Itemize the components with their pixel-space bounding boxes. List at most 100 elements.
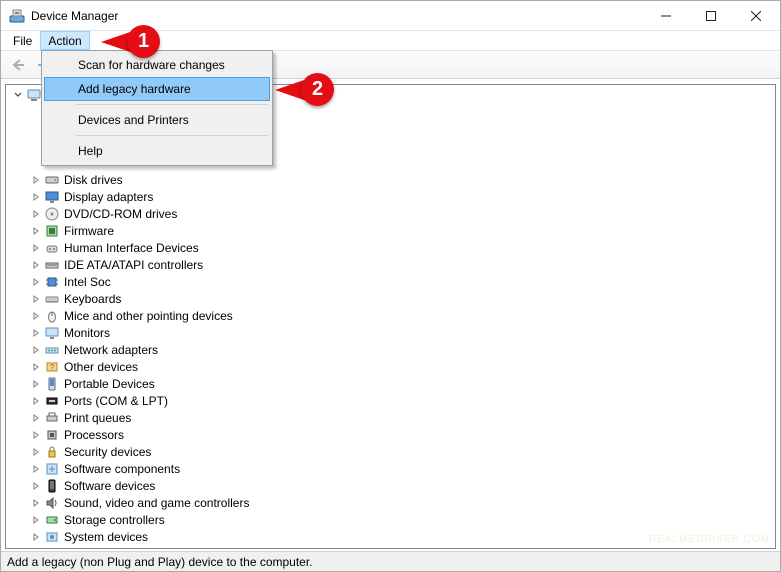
window-title: Device Manager	[31, 9, 118, 23]
tree-item-label: Human Interface Devices	[64, 241, 199, 255]
tree-item-label: Ports (COM & LPT)	[64, 394, 168, 408]
maximize-button[interactable]	[688, 1, 733, 30]
chevron-right-icon[interactable]	[30, 276, 42, 288]
chevron-right-icon[interactable]	[30, 514, 42, 526]
tree-item-label: Storage controllers	[64, 513, 165, 527]
tree-item-label: Software devices	[64, 479, 155, 493]
chevron-right-icon[interactable]	[30, 208, 42, 220]
tree-item[interactable]: Intel Soc	[6, 273, 775, 290]
chevron-right-icon[interactable]	[30, 310, 42, 322]
dropdown-separator	[76, 104, 268, 105]
tree-item[interactable]: Processors	[6, 426, 775, 443]
tree-item[interactable]: Disk drives	[6, 171, 775, 188]
chevron-right-icon[interactable]	[30, 497, 42, 509]
chevron-right-icon[interactable]	[30, 429, 42, 441]
dvd-icon	[44, 206, 60, 222]
chevron-right-icon[interactable]	[30, 174, 42, 186]
display-icon	[44, 189, 60, 205]
tree-item[interactable]: Storage controllers	[6, 511, 775, 528]
close-button[interactable]	[733, 1, 778, 30]
keyboard-icon	[44, 291, 60, 307]
port-icon	[44, 393, 60, 409]
tree-item-label: Intel Soc	[64, 275, 111, 289]
tree-item-label: DVD/CD-ROM drives	[64, 207, 177, 221]
minimize-button[interactable]	[643, 1, 688, 30]
tree-item[interactable]: Software devices	[6, 477, 775, 494]
chevron-right-icon[interactable]	[30, 378, 42, 390]
security-icon	[44, 444, 60, 460]
tree-item-label: Other devices	[64, 360, 138, 374]
chevron-right-icon[interactable]	[30, 531, 42, 543]
menu-action[interactable]: Action	[40, 31, 89, 50]
chevron-right-icon[interactable]	[30, 395, 42, 407]
chevron-right-icon[interactable]	[30, 191, 42, 203]
chevron-right-icon[interactable]	[30, 344, 42, 356]
tree-item-label: Display adapters	[64, 190, 153, 204]
tree-item[interactable]: Sound, video and game controllers	[6, 494, 775, 511]
ide-icon	[44, 257, 60, 273]
action-menu-dropdown: Scan for hardware changes Add legacy har…	[41, 50, 273, 166]
mouse-icon	[44, 308, 60, 324]
chevron-right-icon[interactable]	[30, 242, 42, 254]
menu-add-legacy-hardware[interactable]: Add legacy hardware	[44, 77, 270, 101]
tree-item-label: Firmware	[64, 224, 114, 238]
tree-item-label: IDE ATA/ATAPI controllers	[64, 258, 203, 272]
tree-item[interactable]: Keyboards	[6, 290, 775, 307]
tree-item[interactable]: Firmware	[6, 222, 775, 239]
tree-item[interactable]: Software components	[6, 460, 775, 477]
menu-file[interactable]: File	[5, 31, 40, 50]
portable-icon	[44, 376, 60, 392]
tree-item[interactable]: Monitors	[6, 324, 775, 341]
computer-icon	[26, 87, 42, 103]
back-button[interactable]	[7, 54, 29, 76]
tree-item[interactable]: ? Other devices	[6, 358, 775, 375]
status-text: Add a legacy (non Plug and Play) device …	[7, 555, 313, 569]
swdev-icon	[44, 478, 60, 494]
tree-item-label: Portable Devices	[64, 377, 155, 391]
tree-item-label: Disk drives	[64, 173, 123, 187]
chevron-right-icon[interactable]	[30, 446, 42, 458]
watermark: REALMEDRIVER.COM	[649, 534, 770, 545]
disk-icon	[44, 172, 60, 188]
callout-badge: 1	[127, 25, 160, 58]
tree-item-label: Mice and other pointing devices	[64, 309, 233, 323]
tree-item[interactable]: Network adapters	[6, 341, 775, 358]
chip-icon	[44, 274, 60, 290]
tree-item[interactable]: Print queues	[6, 409, 775, 426]
other-icon: ?	[44, 359, 60, 375]
tree-item-label: Software components	[64, 462, 180, 476]
chevron-right-icon[interactable]	[30, 361, 42, 373]
menu-help[interactable]: Help	[44, 139, 270, 163]
chevron-right-icon[interactable]	[30, 480, 42, 492]
chevron-right-icon[interactable]	[30, 327, 42, 339]
tree-item-label: System devices	[64, 530, 148, 544]
tree-item[interactable]: Ports (COM & LPT)	[6, 392, 775, 409]
tree-item[interactable]: Security devices	[6, 443, 775, 460]
swcomp-icon	[44, 461, 60, 477]
tree-item-label: Security devices	[64, 445, 151, 459]
callout-badge: 2	[301, 73, 334, 106]
system-icon	[44, 529, 60, 545]
tree-item-label: Monitors	[64, 326, 110, 340]
tree-item-label: Sound, video and game controllers	[64, 496, 249, 510]
dropdown-separator	[76, 135, 268, 136]
tree-item[interactable]: Human Interface Devices	[6, 239, 775, 256]
menu-devices-printers[interactable]: Devices and Printers	[44, 108, 270, 132]
tree-item[interactable]: DVD/CD-ROM drives	[6, 205, 775, 222]
chevron-down-icon[interactable]	[12, 89, 24, 101]
status-bar: Add a legacy (non Plug and Play) device …	[1, 551, 780, 571]
tree-item[interactable]: Mice and other pointing devices	[6, 307, 775, 324]
tree-item[interactable]: Display adapters	[6, 188, 775, 205]
chevron-right-icon[interactable]	[30, 412, 42, 424]
tree-item[interactable]: IDE ATA/ATAPI controllers	[6, 256, 775, 273]
chevron-right-icon[interactable]	[30, 259, 42, 271]
chevron-right-icon[interactable]	[30, 225, 42, 237]
tree-item[interactable]: Portable Devices	[6, 375, 775, 392]
hid-icon	[44, 240, 60, 256]
chevron-right-icon[interactable]	[30, 293, 42, 305]
chevron-right-icon[interactable]	[30, 463, 42, 475]
firmware-icon	[44, 223, 60, 239]
printer-icon	[44, 410, 60, 426]
app-icon	[9, 8, 25, 24]
storage-icon	[44, 512, 60, 528]
